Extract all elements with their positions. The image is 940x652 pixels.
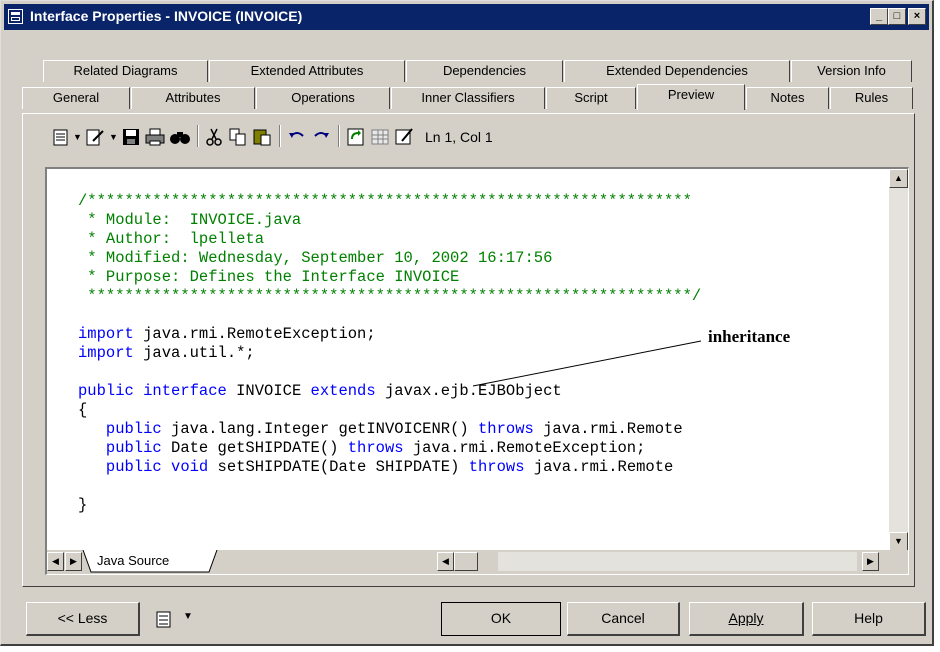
tab-extended-dependencies[interactable]: Extended Dependencies [564,60,790,82]
edit-dropdown-arrow-icon[interactable]: ▼ [109,127,118,147]
code-fragment: { [78,401,88,419]
keyword: throws [477,420,534,438]
tab-dependencies[interactable]: Dependencies [406,60,563,82]
comment-line: * Modified: Wednesday, September 10, 200… [78,249,553,267]
comment-line: * Author: lpelleta [78,230,265,248]
keyword: public [105,420,162,438]
undo-icon[interactable] [287,127,307,147]
window-title: Interface Properties - INVOICE (INVOICE) [30,8,303,24]
edit-with-icon[interactable] [85,127,107,147]
tab-row-2: General Attributes Operations Inner Clas… [22,84,913,110]
refresh-icon[interactable] [346,127,366,147]
tab-general[interactable]: General [22,87,130,109]
scroll-track[interactable] [498,552,857,571]
scroll-thumb[interactable] [454,552,478,571]
title-bar[interactable]: Interface Properties - INVOICE (INVOICE)… [4,4,929,30]
code-fragment: java.rmi.RemoteException; [403,439,646,457]
copy-icon[interactable] [228,127,248,147]
keyword: throws [347,439,404,457]
ok-button[interactable]: OK [441,602,561,636]
apply-button[interactable]: Apply [689,602,804,636]
keyword: import [78,344,134,362]
tab-extended-attributes[interactable]: Extended Attributes [209,60,405,82]
editor-properties-icon[interactable] [394,127,414,147]
code-fragment: java.rmi.Remote [524,458,674,476]
help-button[interactable]: Help [812,602,926,636]
less-button[interactable]: << Less [26,602,140,636]
paste-icon[interactable] [252,127,272,147]
grid-icon[interactable] [370,127,390,147]
keyword: throws [468,458,525,476]
code-fragment: INVOICE [226,382,311,400]
save-icon[interactable] [121,127,141,147]
options-dropdown-arrow-icon[interactable]: ▼ [73,127,82,147]
tab-scroll-left-icon[interactable]: ◀ [47,552,64,571]
find-icon[interactable] [169,127,191,147]
tab-rules[interactable]: Rules [830,87,913,109]
keyword: public interface [78,382,227,400]
tab-inner-classifiers[interactable]: Inner Classifiers [391,87,545,109]
tab-preview[interactable]: Preview [637,84,745,110]
properties-window: Interface Properties - INVOICE (INVOICE)… [0,0,934,646]
code-fragment: Date getSHIPDATE() [161,439,348,457]
editor-bottom-bar: ◀ ▶ Java Source ◀ ▶ [47,550,908,574]
comment-line: * Purpose: Defines the Interface INVOICE [78,268,460,286]
window-icon [8,9,23,24]
tab-script[interactable]: Script [546,87,636,109]
keyword: public void [105,458,209,476]
cancel-button[interactable]: Cancel [567,602,680,636]
comment-line: ****************************************… [78,287,702,305]
tab-attributes[interactable]: Attributes [131,87,255,109]
cut-icon[interactable] [204,127,224,147]
maximize-button[interactable]: □ [888,8,906,25]
details-dropdown-arrow-icon[interactable]: ▼ [183,611,193,622]
keyword: public [105,439,162,457]
source-tab[interactable]: Java Source [97,553,169,568]
tab-notes[interactable]: Notes [746,87,829,109]
preview-options-icon[interactable] [51,127,71,147]
redo-icon[interactable] [311,127,331,147]
toolbar-separator [338,125,340,147]
code-fragment: java.rmi.Remote [533,420,683,438]
details-menu-icon[interactable] [154,610,176,630]
annotation-pointer-line [472,340,702,387]
code-fragment: java.rmi.RemoteException; [133,325,376,343]
tab-related-diagrams[interactable]: Related Diagrams [43,60,208,82]
code-fragment: setSHIPDATE(Date SHIPDATE) [208,458,469,476]
comment-line: * Module: INVOICE.java [78,211,302,229]
code-fragment: java.util.*; [133,344,255,362]
close-button[interactable]: × [908,8,926,25]
tab-row-1: Related Diagrams Extended Attributes Dep… [43,60,913,82]
inheritance-annotation: inheritance [708,327,791,346]
tab-operations[interactable]: Operations [256,87,390,109]
comment-line: /***************************************… [78,192,692,210]
scroll-left-icon[interactable]: ◀ [437,552,454,571]
scroll-up-icon[interactable]: ▲ [889,169,908,188]
tab-scroll-right-icon[interactable]: ▶ [65,552,82,571]
scroll-right-icon[interactable]: ▶ [862,552,879,571]
print-icon[interactable] [144,127,166,147]
tab-version-info[interactable]: Version Info [791,60,912,82]
vertical-scrollbar[interactable]: ▲ ▼ [889,169,908,551]
minimize-button[interactable]: _ [870,8,888,25]
cursor-position: Ln 1, Col 1 [425,129,493,145]
horizontal-scrollbar[interactable]: ◀ [437,552,498,572]
scroll-down-icon[interactable]: ▼ [889,532,908,551]
keyword: import [78,325,134,343]
code-fragment: java.lang.Integer getINVOICENR() [161,420,478,438]
keyword: extends [310,382,376,400]
toolbar-separator [197,125,199,147]
code-fragment: } [78,496,88,514]
toolbar-separator [279,125,281,147]
